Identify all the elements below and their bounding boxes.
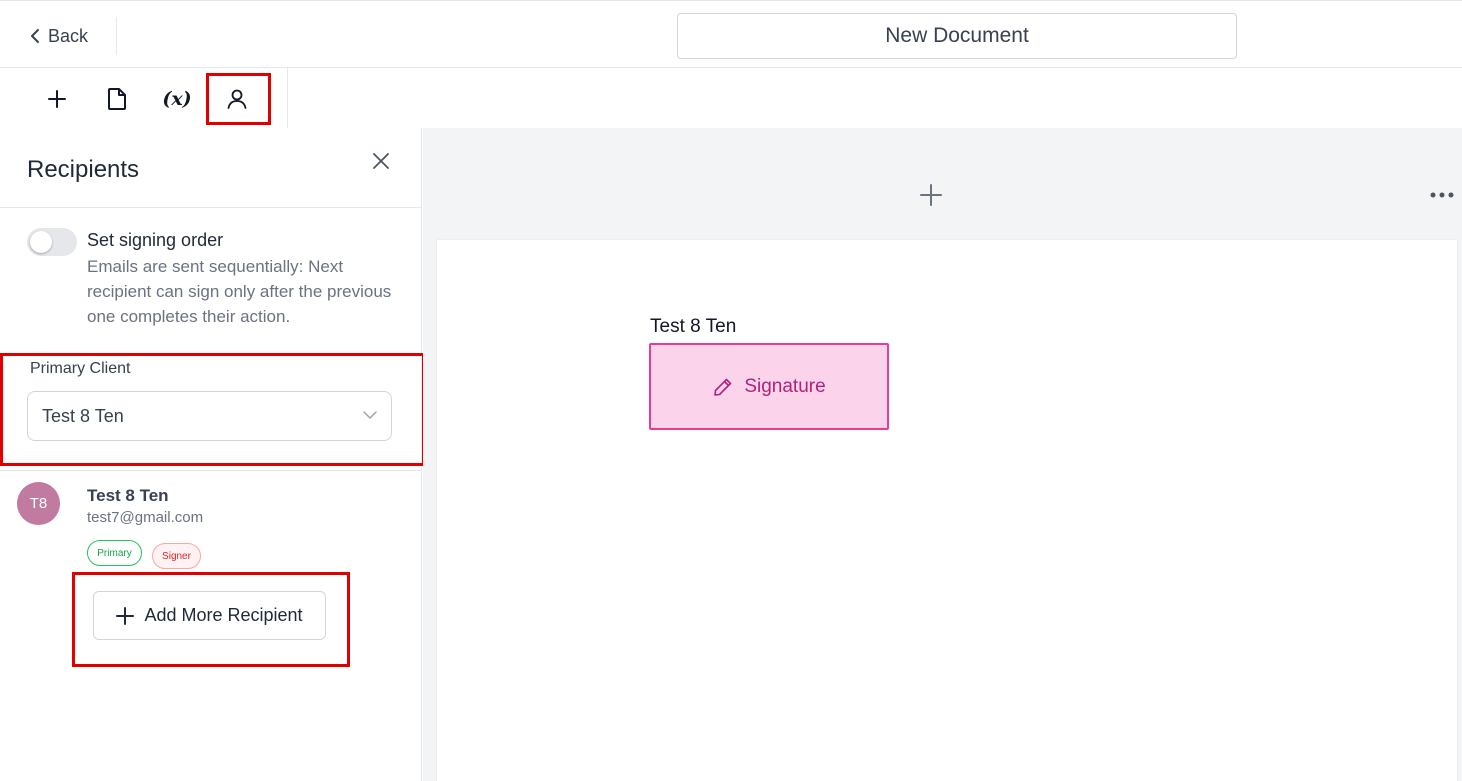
recipients-panel: Recipients Set signing order Emails are … xyxy=(0,128,422,781)
close-button[interactable] xyxy=(370,150,392,172)
primary-badge: Primary xyxy=(87,540,142,566)
add-more-recipient-label: Add More Recipient xyxy=(144,605,303,625)
recipient-name: Test 8 Ten xyxy=(87,486,169,505)
plus-icon xyxy=(48,90,66,108)
document-icon xyxy=(108,88,126,110)
document-page[interactable]: Test 8 Ten Signature xyxy=(437,240,1457,781)
add-tool-button[interactable] xyxy=(28,74,86,124)
add-more-recipient-button[interactable]: Add More Recipient xyxy=(93,591,326,640)
primary-client-value: Test 8 Ten xyxy=(42,405,124,426)
chevron-left-icon xyxy=(31,29,39,43)
variables-tool-button[interactable]: (x) xyxy=(148,74,206,124)
signer-badge: Signer xyxy=(152,543,201,569)
primary-client-select[interactable]: Test 8 Ten xyxy=(27,391,392,441)
signature-field[interactable]: Signature xyxy=(649,343,889,430)
add-page-button[interactable] xyxy=(919,183,943,207)
primary-client-label: Primary Client xyxy=(30,360,131,377)
signing-order-toggle[interactable] xyxy=(27,228,77,256)
panel-header: Recipients xyxy=(0,128,422,208)
document-canvas: Test 8 Ten Signature xyxy=(423,128,1462,781)
close-icon xyxy=(373,153,389,169)
back-label: Back xyxy=(48,25,89,46)
panel-title: Recipients xyxy=(27,156,140,183)
document-tool-button[interactable] xyxy=(88,74,146,124)
user-icon xyxy=(227,89,247,109)
left-toolbar: (x) xyxy=(0,68,288,128)
more-options-button[interactable] xyxy=(1429,186,1455,204)
back-button[interactable]: Back xyxy=(28,19,116,53)
chevron-down-icon xyxy=(363,411,377,419)
field-owner-label: Test 8 Ten xyxy=(650,316,737,337)
toggle-knob xyxy=(30,231,52,253)
more-horizontal-icon xyxy=(1430,192,1454,198)
signing-order-title: Set signing order xyxy=(87,230,224,250)
document-title-input[interactable]: New Document xyxy=(677,13,1237,59)
pen-icon xyxy=(714,378,732,396)
signing-order-description: Emails are sent sequentially: Next recip… xyxy=(87,257,392,326)
signature-field-label: Signature xyxy=(744,375,826,397)
plus-icon xyxy=(116,606,135,625)
recipient-email: test7@gmail.com xyxy=(87,509,204,526)
variable-icon: (x) xyxy=(162,88,192,110)
top-bar: Back New Document xyxy=(0,0,1462,68)
recipients-tool-button[interactable] xyxy=(208,74,266,124)
avatar: T8 xyxy=(17,482,60,525)
plus-icon xyxy=(920,184,942,206)
divider xyxy=(0,470,422,471)
divider xyxy=(116,17,117,55)
